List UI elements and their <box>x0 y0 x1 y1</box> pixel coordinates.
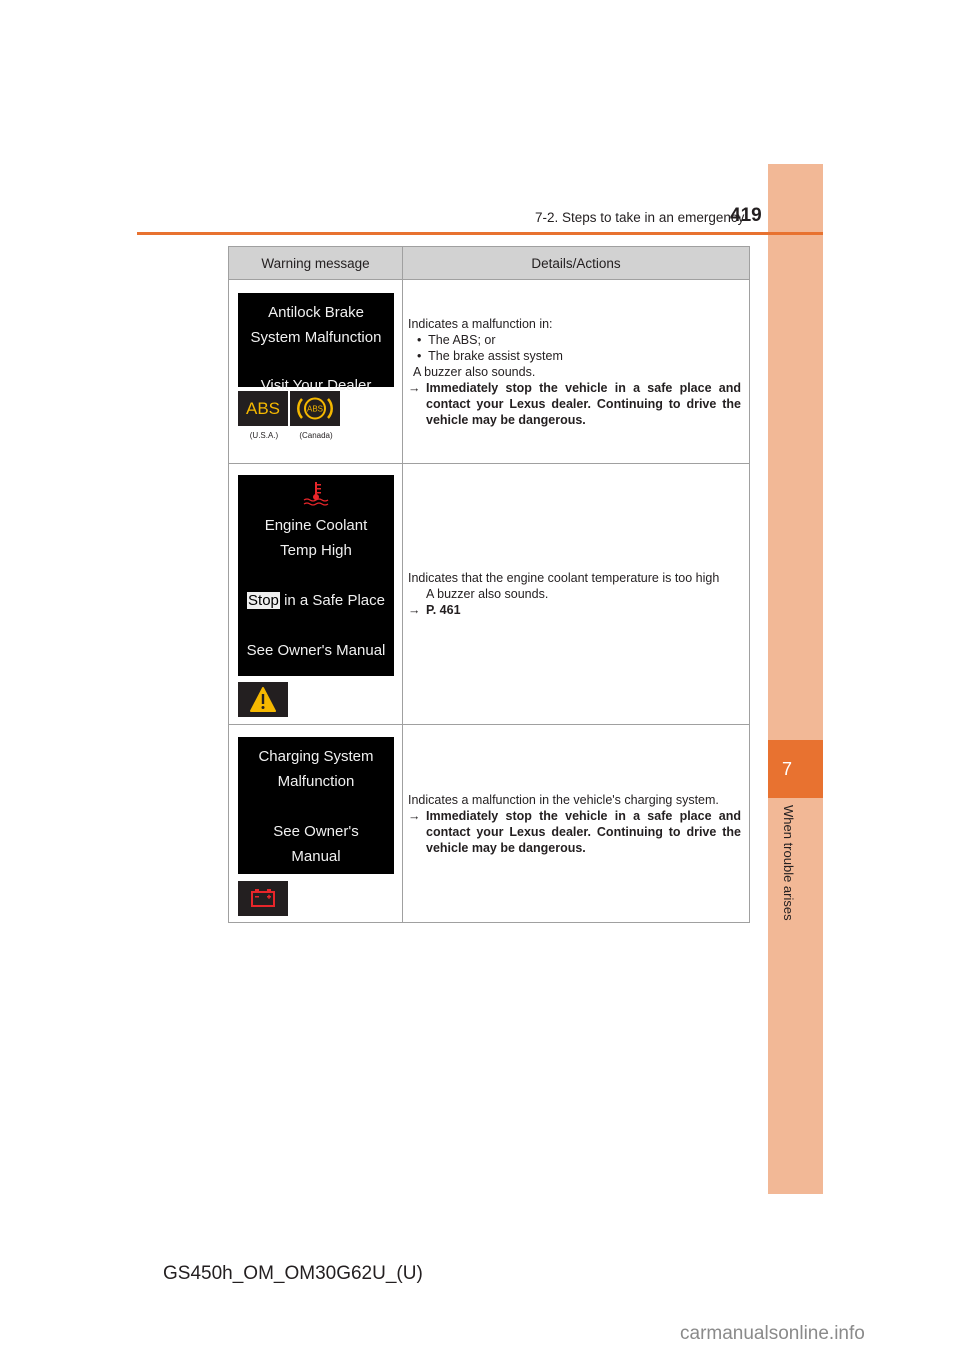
chapter-side-tab <box>768 164 823 1194</box>
details-cell: Indicates a malfunction in: • The ABS; o… <box>402 279 750 464</box>
details-intro: Indicates a malfunction in the vehicle's… <box>408 792 719 807</box>
arrow-icon: → <box>408 603 421 617</box>
action-text: Immediately stop the vehicle in a safe p… <box>426 380 741 427</box>
watermark-link[interactable]: carmanualsonline.info <box>680 1323 865 1345</box>
section-title: 7-2. Steps to take in an emergency <box>535 210 745 225</box>
bullet-glyph: • <box>417 348 422 363</box>
details-cell: Indicates a malfunction in the vehicle's… <box>402 724 750 923</box>
bullet-glyph: • <box>417 332 422 347</box>
screen-line: Charging System <box>258 748 374 765</box>
column-header-warning: Warning message <box>228 246 403 280</box>
warning-message-cell: Charging System Malfunction See Owner's … <box>228 724 403 923</box>
header-rule <box>137 232 823 235</box>
bullet-text: The brake assist system <box>428 348 563 363</box>
details-action: → P. 461 <box>408 602 741 618</box>
column-header-details: Details/Actions <box>402 246 750 280</box>
chapter-number: 7 <box>768 740 823 798</box>
master-warning-icon <box>238 682 288 717</box>
chapter-title: When trouble arises <box>781 805 796 921</box>
warning-message-cell: Antilock Brake System Malfunction Visit … <box>228 279 403 464</box>
screen-line: Manual <box>291 848 341 865</box>
svg-text:ABS: ABS <box>307 405 323 414</box>
details-intro: Indicates that the engine coolant temper… <box>408 571 720 585</box>
details-action: → Immediately stop the vehicle in a safe… <box>408 380 741 428</box>
details-note: A buzzer also sounds. <box>413 364 536 379</box>
details-bullet: • The brake assist system <box>408 348 741 364</box>
table-row: Engine Coolant Temp High Stop in a Safe … <box>228 463 750 725</box>
screen-line: System Malfunction <box>250 329 382 346</box>
display-screen-coolant: Engine Coolant Temp High Stop in a Safe … <box>238 475 394 676</box>
page-number: 419 <box>730 205 762 226</box>
screen-line: Temp High <box>280 542 352 559</box>
stop-highlight: Stop <box>247 592 280 609</box>
model-code: GS450h_OM_OM30G62U_(U) <box>163 1263 423 1284</box>
screen-text: in a Safe Place <box>284 592 385 609</box>
details-cell: Indicates that the engine coolant temper… <box>402 463 750 725</box>
warning-message-cell: Engine Coolant Temp High Stop in a Safe … <box>228 463 403 725</box>
coolant-temp-icon <box>238 481 394 507</box>
abs-circle-icon: ABS <box>290 391 340 426</box>
icon-caption-canada: (Canada) <box>299 431 333 440</box>
details-action: → Immediately stop the vehicle in a safe… <box>408 808 741 856</box>
arrow-icon: → <box>408 808 421 823</box>
screen-line: Stop in a Safe Place <box>238 588 394 613</box>
details-bullet: • The ABS; or <box>408 332 741 348</box>
abs-text-icon: ABS <box>238 391 288 426</box>
screen-line: Engine Coolant <box>264 517 368 534</box>
table-row: Charging System Malfunction See Owner's … <box>228 724 750 923</box>
warning-table: Warning message Details/Actions Antilock… <box>228 246 750 923</box>
details-intro: Indicates a malfunction in: <box>408 316 553 331</box>
details-note: A buzzer also sounds. <box>426 587 549 601</box>
table-header-row: Warning message Details/Actions <box>228 246 750 280</box>
screen-line: Malfunction <box>277 773 355 790</box>
action-text: Immediately stop the vehicle in a safe p… <box>426 808 741 855</box>
screen-line: See Owner's <box>273 823 359 840</box>
display-screen-charging: Charging System Malfunction See Owner's … <box>238 737 394 874</box>
bullet-text: The ABS; or <box>428 332 496 347</box>
icon-caption-usa: (U.S.A.) <box>249 431 279 440</box>
display-screen-abs: Antilock Brake System Malfunction Visit … <box>238 293 394 394</box>
screen-line: Antilock Brake <box>268 304 364 321</box>
arrow-icon: → <box>408 380 421 395</box>
table-row: Antilock Brake System Malfunction Visit … <box>228 279 750 464</box>
battery-icon <box>238 881 288 916</box>
screen-line: See Owner's Manual <box>246 642 386 659</box>
page-reference-link[interactable]: P. 461 <box>426 602 461 618</box>
